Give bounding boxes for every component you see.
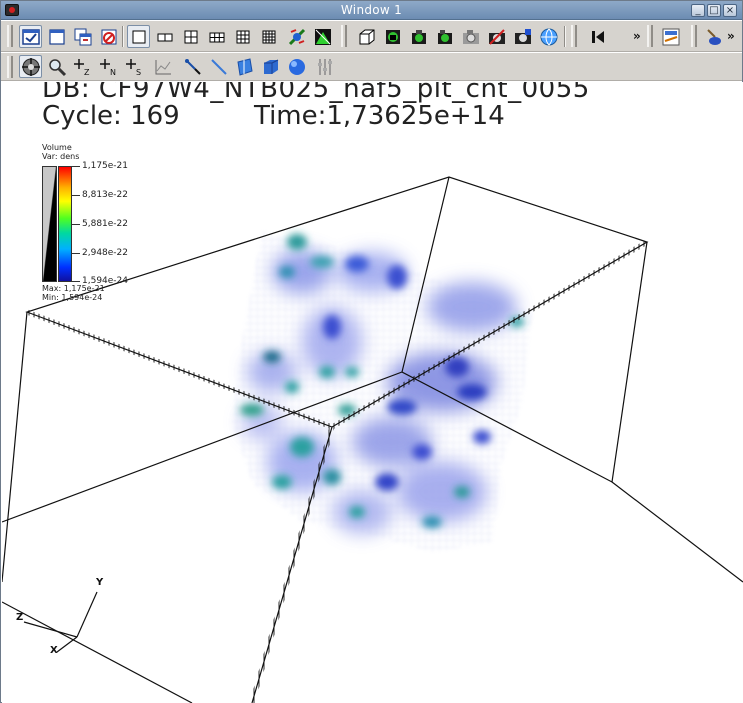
globe-icon[interactable]: [537, 25, 560, 48]
main-toolbar: » »: [1, 21, 742, 52]
volume-rendering: [232, 232, 532, 552]
legend-tick: [72, 195, 80, 196]
legend-tick: [72, 281, 80, 282]
axis-triad: [23, 591, 98, 653]
legend-label: 1,175e-21: [82, 161, 129, 171]
legend-variable: Var: dens: [42, 152, 80, 161]
lineout-icon[interactable]: [151, 55, 174, 78]
sphere-tool-icon[interactable]: [285, 55, 308, 78]
legend-label: 5,881e-22: [82, 219, 129, 229]
active-window-icon[interactable]: [19, 25, 42, 48]
legend-title: Volume Var: dens: [42, 143, 79, 161]
toolbar-separator: [122, 26, 124, 47]
navigate-icon[interactable]: [19, 55, 42, 78]
visit-window: Window 1 _ □ × » » Z N S DB: CF97W4_NTB0…: [0, 0, 743, 703]
legend-color-bar: [58, 166, 72, 282]
color-table-icon[interactable]: [659, 25, 682, 48]
more-icon[interactable]: »: [633, 29, 641, 43]
close-button[interactable]: ×: [723, 4, 737, 17]
clone-window-icon[interactable]: [71, 25, 94, 48]
legend-plot-type: Volume: [42, 143, 72, 152]
full-frame-icon[interactable]: [311, 25, 334, 48]
render-viewport[interactable]: DB: CF97W4_NTB025_naf5_plt_cnt_0055 Cycl…: [2, 82, 743, 703]
more-icon[interactable]: »: [727, 29, 735, 43]
triad-x-label: X: [50, 645, 58, 656]
camera-off-icon[interactable]: [485, 25, 508, 48]
legend-tick: [72, 253, 80, 254]
toolbar-grip[interactable]: [7, 25, 13, 47]
maximize-button[interactable]: □: [707, 4, 721, 17]
legend-tick: [72, 224, 80, 225]
triad-z-label: Z: [16, 612, 24, 623]
play-back-icon[interactable]: [586, 25, 609, 48]
legend-label: 8,813e-22: [82, 190, 129, 200]
layout-4x4-icon[interactable]: [257, 25, 280, 48]
toolbar-grip[interactable]: [647, 25, 653, 47]
line-tool-icon[interactable]: [207, 55, 230, 78]
cycle-annotation: Cycle: 169: [42, 101, 180, 131]
lock-view-icon[interactable]: [381, 25, 404, 48]
zone-pick-icon[interactable]: Z: [71, 55, 94, 78]
svg-text:Z: Z: [84, 68, 90, 77]
layout-3x3-icon[interactable]: [231, 25, 254, 48]
toolbar-grip[interactable]: [691, 25, 697, 47]
zoom-icon[interactable]: [45, 55, 68, 78]
lock-time-icon[interactable]: [407, 25, 430, 48]
legend-max: Max: 1,175e-21: [42, 284, 105, 293]
camera-save-icon[interactable]: [511, 25, 534, 48]
plane-tool-icon[interactable]: [233, 55, 256, 78]
interaction-toolbar: Z N S: [1, 53, 742, 81]
window-title: Window 1: [340, 3, 403, 17]
spin-icon[interactable]: [285, 25, 308, 48]
camera-icon[interactable]: [459, 25, 482, 48]
legend-label: 2,948e-22: [82, 248, 129, 258]
lock-tools-icon[interactable]: [433, 25, 456, 48]
delete-window-icon[interactable]: [97, 25, 120, 48]
node-pick-icon[interactable]: N: [97, 55, 120, 78]
svg-text:S: S: [136, 68, 141, 77]
minimize-button[interactable]: _: [691, 4, 705, 17]
layout-2x3-icon[interactable]: [205, 25, 228, 48]
legend-min: Min: 1,594e-24: [42, 293, 103, 302]
volume-scene[interactable]: [2, 82, 743, 703]
axis-restrict-icon[interactable]: [313, 55, 336, 78]
layout-1x1-icon[interactable]: [127, 25, 150, 48]
point-tool-icon[interactable]: [181, 55, 204, 78]
layout-2x2-icon[interactable]: [179, 25, 202, 48]
title-bar[interactable]: Window 1 _ □ ×: [1, 1, 742, 20]
layout-1x2-icon[interactable]: [153, 25, 176, 48]
new-window-icon[interactable]: [45, 25, 68, 48]
svg-text:N: N: [110, 68, 116, 77]
toolbar-grip[interactable]: [341, 25, 347, 47]
triad-y-label: Y: [96, 577, 104, 588]
legend-opacity-ramp: [42, 166, 57, 282]
box-tool-icon[interactable]: [259, 55, 282, 78]
time-annotation: Time:1,73625e+14: [254, 101, 505, 131]
toolbar-grip[interactable]: [571, 25, 577, 47]
brush-icon[interactable]: [701, 25, 724, 48]
spreadsheet-pick-icon[interactable]: S: [123, 55, 146, 78]
legend-tick: [72, 166, 80, 167]
toolbar-separator: [564, 26, 566, 47]
perspective-box-icon[interactable]: [355, 25, 378, 48]
toolbar-grip[interactable]: [7, 56, 13, 78]
